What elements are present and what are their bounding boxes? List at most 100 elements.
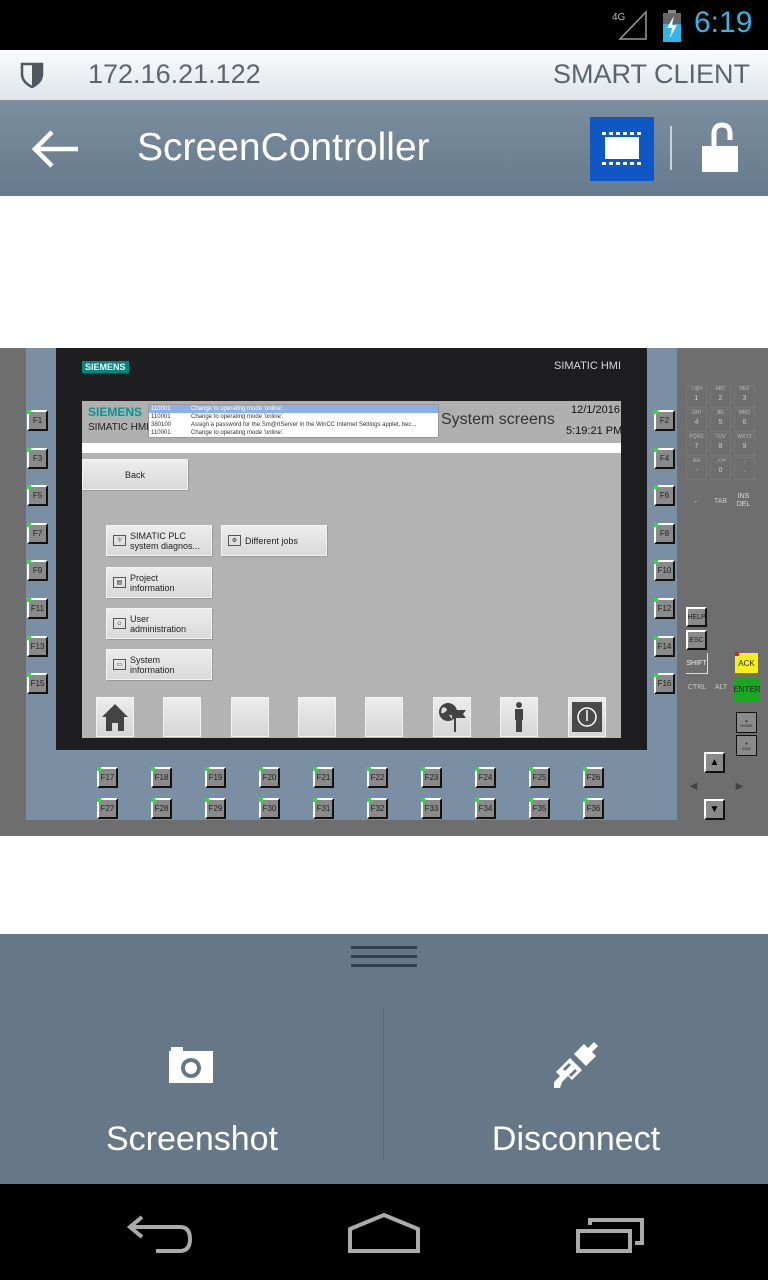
alarm-row[interactable]: 110001 Change to operating mode 'online'. <box>149 405 438 413</box>
menu-button-plc-diagnostics[interactable]: ⅟ SIMATIC PLC system diagnos... <box>106 525 212 556</box>
fkey-f7[interactable]: F7 <box>27 522 48 544</box>
alarm-row[interactable]: 380100 Assign a password for the Sm@rtSer… <box>149 421 438 429</box>
keypad-key[interactable]: ABC 2 <box>710 385 731 408</box>
fkey-f5[interactable]: F5 <box>27 485 48 507</box>
app-brand: SMART CLIENT <box>552 59 750 89</box>
fkey-f29[interactable]: F29 <box>205 798 226 819</box>
alarm-list[interactable]: 110001 Change to operating mode 'online'.… <box>148 404 439 438</box>
screen-view-button[interactable] <box>590 117 654 181</box>
backspace-key[interactable]: ← <box>686 490 707 512</box>
menu-button-user-admin[interactable]: ☺ User administration <box>106 608 212 639</box>
home-key[interactable]: ▲ HOME <box>736 712 757 733</box>
end-key[interactable]: ▼ END <box>736 735 757 756</box>
enter-key[interactable]: ENTER <box>734 677 760 701</box>
tab-key[interactable]: TAB <box>710 490 731 512</box>
unlocked-padlock-icon[interactable] <box>700 122 740 174</box>
fkey-f9[interactable]: F9 <box>27 560 48 582</box>
fkey-f28[interactable]: F28 <box>151 798 172 819</box>
fkey-f1[interactable]: F1 <box>27 410 48 431</box>
hmi-nav-button-4[interactable] <box>298 697 336 737</box>
menu-button-system-info[interactable]: ▭ System information <box>106 649 212 680</box>
alt-key[interactable]: ALT <box>710 677 732 698</box>
key-sublabel: PQRS <box>689 434 704 440</box>
arrow-up-key[interactable]: ▲ <box>704 752 725 773</box>
fkey-f11[interactable]: F11 <box>27 598 48 619</box>
esc-key[interactable]: ESC <box>686 630 707 650</box>
fkey-f14[interactable]: F14 <box>654 635 675 657</box>
fkey-f6[interactable]: F6 <box>654 485 675 507</box>
fkey-f30[interactable]: F30 <box>259 798 280 819</box>
hmi-nav-button-5[interactable] <box>365 697 403 737</box>
fkey-f22[interactable]: F22 <box>367 767 388 788</box>
menu-button-project-info[interactable]: ▤ Project information <box>106 567 212 598</box>
fkey-f10[interactable]: F10 <box>654 560 675 582</box>
language-icon <box>439 703 466 732</box>
drawer-handle-icon[interactable] <box>351 944 417 968</box>
ins-del-key[interactable]: INS DEL <box>733 490 754 512</box>
fkey-f23[interactable]: F23 <box>421 767 442 788</box>
fkey-f24[interactable]: F24 <box>475 767 496 788</box>
keypad-key[interactable]: DEF 3 <box>734 385 755 408</box>
fkey-f36[interactable]: F36 <box>583 798 604 819</box>
alarm-text: Change to operating mode 'online'. <box>191 414 284 420</box>
fkey-f33[interactable]: F33 <box>421 798 442 819</box>
fkey-f15[interactable]: F15 <box>27 673 48 695</box>
fkey-f27[interactable]: F27 <box>97 798 118 819</box>
arrow-right-key[interactable]: ▶ <box>729 776 750 797</box>
fkey-f3[interactable]: F3 <box>27 447 48 469</box>
keypad-key[interactable]: _<>= 0 <box>710 457 731 480</box>
svg-text:4G: 4G <box>612 12 626 23</box>
arrow-left-key[interactable]: ◀ <box>683 776 704 797</box>
key-label: 7 <box>694 443 699 450</box>
keypad-key[interactable]: GHI 4 <box>686 409 707 432</box>
fkey-f12[interactable]: F12 <box>654 598 675 619</box>
help-key[interactable]: HELP <box>686 607 707 627</box>
fkey-f18[interactable]: F18 <box>151 767 172 788</box>
alarm-row[interactable]: 110001 Change to operating mode 'online'. <box>149 429 438 437</box>
fkey-f4[interactable]: F4 <box>654 447 675 469</box>
back-icon[interactable] <box>126 1215 194 1255</box>
alarm-id: 110001 <box>151 414 171 420</box>
fkey-f34[interactable]: F34 <box>475 798 496 819</box>
shift-key[interactable]: SHIFT <box>686 653 708 674</box>
fkey-f35[interactable]: F35 <box>529 798 550 819</box>
fkey-f17[interactable]: F17 <box>97 767 118 788</box>
alarm-row[interactable]: 110001 Change to operating mode 'online'. <box>149 413 438 421</box>
fkey-f32[interactable]: F32 <box>367 798 388 819</box>
fkey-f26[interactable]: F26 <box>583 767 604 788</box>
ctrl-key[interactable]: CTRL <box>686 677 708 698</box>
keypad-key[interactable]: ,. <box>734 457 755 480</box>
fkey-f25[interactable]: F25 <box>529 767 550 788</box>
keypad-key[interactable]: A/a - <box>686 457 707 480</box>
menu-button-different-jobs[interactable]: ⚙ Different jobs <box>221 525 327 556</box>
hmi-nav-button-3[interactable] <box>231 697 269 737</box>
keypad-key[interactable]: WXYZ 9 <box>734 433 755 456</box>
recents-icon[interactable] <box>575 1217 645 1253</box>
hmi-power-button[interactable] <box>568 697 606 737</box>
fkey-f8[interactable]: F8 <box>654 522 675 544</box>
keypad-key[interactable]: JKL 5 <box>710 409 731 432</box>
hmi-language-button[interactable] <box>433 697 471 737</box>
fkey-f31[interactable]: F31 <box>313 798 334 819</box>
hmi-home-button[interactable] <box>96 697 134 737</box>
fkey-f20[interactable]: F20 <box>259 767 280 788</box>
fkey-f2[interactable]: F2 <box>654 410 675 431</box>
home-icon[interactable] <box>347 1213 421 1253</box>
fkey-f19[interactable]: F19 <box>205 767 226 788</box>
key-label: 9 <box>742 443 747 450</box>
keypad-key[interactable]: MNO 6 <box>734 409 755 432</box>
hmi-nav-button-2[interactable] <box>163 697 201 737</box>
hmi-info-button[interactable] <box>500 697 538 737</box>
fkey-f13[interactable]: F13 <box>27 635 48 657</box>
fkey-f16[interactable]: F16 <box>654 673 675 695</box>
ack-key[interactable]: ACK <box>735 653 758 673</box>
keypad-key[interactable]: ./:@# 1 <box>686 385 707 408</box>
fkey-f21[interactable]: F21 <box>313 767 334 788</box>
keypad-key[interactable]: PQRS 7 <box>686 433 707 456</box>
hmi-back-button[interactable]: Back <box>82 459 188 490</box>
keypad-key[interactable]: TUV 8 <box>710 433 731 456</box>
arrow-down-key[interactable]: ▼ <box>704 799 725 820</box>
panel-bottom-strip <box>26 750 677 820</box>
arrow-left-icon[interactable] <box>30 128 82 170</box>
key-label: 1 <box>694 395 699 402</box>
